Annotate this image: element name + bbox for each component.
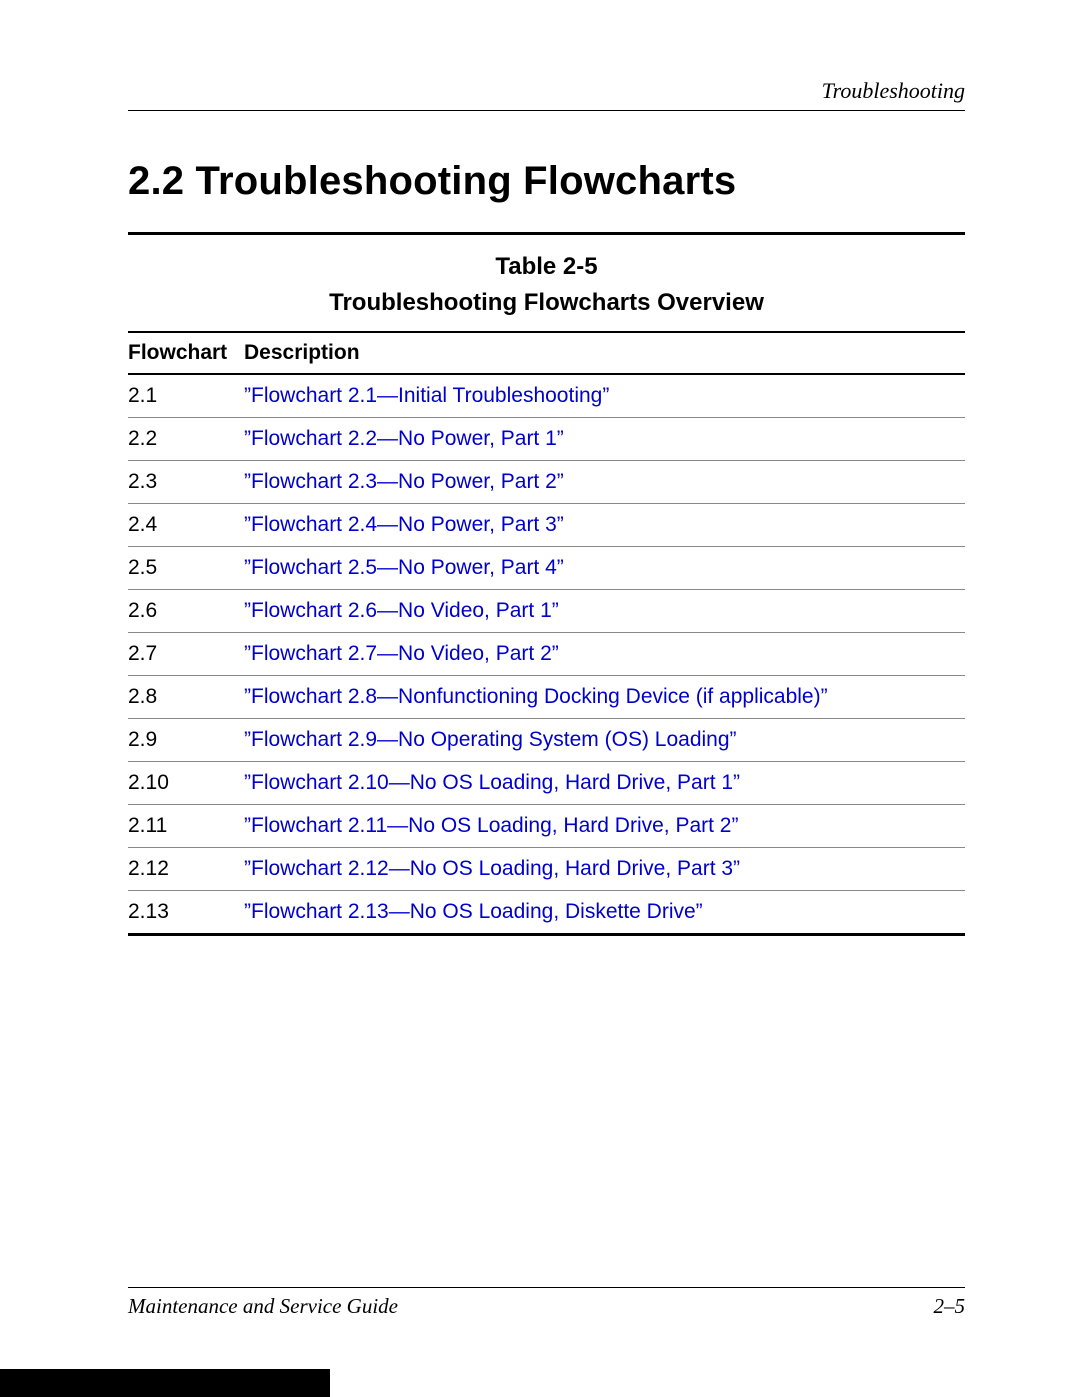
cell-description: ”Flowchart 2.13—No OS Loading, Diskette …	[244, 891, 965, 935]
flowchart-link[interactable]: ”Flowchart 2.10—No OS Loading, Hard Driv…	[244, 771, 740, 794]
cell-description: ”Flowchart 2.9—No Operating System (OS) …	[244, 719, 965, 762]
table-row: 2.10 ”Flowchart 2.10—No OS Loading, Hard…	[128, 762, 965, 805]
cell-flowchart-num: 2.1	[128, 374, 244, 418]
table-row: 2.12 ”Flowchart 2.12—No OS Loading, Hard…	[128, 848, 965, 891]
table-row: 2.2 ”Flowchart 2.2—No Power, Part 1”	[128, 418, 965, 461]
flowchart-link[interactable]: ”Flowchart 2.5—No Power, Part 4”	[244, 556, 564, 579]
cell-flowchart-num: 2.5	[128, 547, 244, 590]
flowchart-link[interactable]: ”Flowchart 2.11—No OS Loading, Hard Driv…	[244, 814, 738, 837]
flowcharts-overview-table: Flowchart Description 2.1 ”Flowchart 2.1…	[128, 331, 965, 936]
section-title-text: Troubleshooting Flowcharts	[196, 159, 737, 203]
table-row: 2.7 ”Flowchart 2.7—No Video, Part 2”	[128, 633, 965, 676]
cell-flowchart-num: 2.4	[128, 504, 244, 547]
section-heading: 2.2 Troubleshooting Flowcharts	[128, 159, 965, 204]
cell-flowchart-num: 2.6	[128, 590, 244, 633]
cell-description: ”Flowchart 2.2—No Power, Part 1”	[244, 418, 965, 461]
table-row: 2.6 ”Flowchart 2.6—No Video, Part 1”	[128, 590, 965, 633]
cell-description: ”Flowchart 2.6—No Video, Part 1”	[244, 590, 965, 633]
flowchart-link[interactable]: ”Flowchart 2.13—No OS Loading, Diskette …	[244, 900, 703, 923]
cell-description: ”Flowchart 2.7—No Video, Part 2”	[244, 633, 965, 676]
table-header-row: Flowchart Description	[128, 332, 965, 374]
flowchart-link[interactable]: ”Flowchart 2.6—No Video, Part 1”	[244, 599, 559, 622]
cell-description: ”Flowchart 2.8—Nonfunctioning Docking De…	[244, 676, 965, 719]
cell-description: ”Flowchart 2.3—No Power, Part 2”	[244, 461, 965, 504]
table-row: 2.4 ”Flowchart 2.4—No Power, Part 3”	[128, 504, 965, 547]
cell-description: ”Flowchart 2.5—No Power, Part 4”	[244, 547, 965, 590]
table-row: 2.11 ”Flowchart 2.11—No OS Loading, Hard…	[128, 805, 965, 848]
flowchart-link[interactable]: ”Flowchart 2.2—No Power, Part 1”	[244, 427, 564, 450]
col-description: Description	[244, 332, 965, 374]
cell-flowchart-num: 2.10	[128, 762, 244, 805]
page-footer: Maintenance and Service Guide 2–5	[128, 1287, 965, 1319]
rule-above-caption	[128, 232, 965, 235]
table-row: 2.5 ”Flowchart 2.5—No Power, Part 4”	[128, 547, 965, 590]
cell-flowchart-num: 2.11	[128, 805, 244, 848]
table-row: 2.3 ”Flowchart 2.3—No Power, Part 2”	[128, 461, 965, 504]
cell-flowchart-num: 2.13	[128, 891, 244, 935]
section-number: 2.2	[128, 159, 184, 203]
table-row: 2.8 ”Flowchart 2.8—Nonfunctioning Dockin…	[128, 676, 965, 719]
redaction-block	[0, 1369, 330, 1397]
flowchart-link[interactable]: ”Flowchart 2.3—No Power, Part 2”	[244, 470, 564, 493]
flowchart-link[interactable]: ”Flowchart 2.8—Nonfunctioning Docking De…	[244, 685, 828, 708]
table-caption: Table 2-5 Troubleshooting Flowcharts Ove…	[128, 249, 965, 321]
running-head: Troubleshooting	[128, 78, 965, 111]
footer-right: 2–5	[934, 1294, 966, 1319]
cell-flowchart-num: 2.7	[128, 633, 244, 676]
flowchart-link[interactable]: ”Flowchart 2.7—No Video, Part 2”	[244, 642, 559, 665]
flowchart-link[interactable]: ”Flowchart 2.9—No Operating System (OS) …	[244, 728, 737, 751]
flowchart-link[interactable]: ”Flowchart 2.4—No Power, Part 3”	[244, 513, 564, 536]
cell-description: ”Flowchart 2.1—Initial Troubleshooting”	[244, 374, 965, 418]
cell-flowchart-num: 2.2	[128, 418, 244, 461]
table-row: 2.9 ”Flowchart 2.9—No Operating System (…	[128, 719, 965, 762]
col-flowchart: Flowchart	[128, 332, 244, 374]
cell-flowchart-num: 2.9	[128, 719, 244, 762]
cell-flowchart-num: 2.12	[128, 848, 244, 891]
cell-flowchart-num: 2.3	[128, 461, 244, 504]
table-row: 2.1 ”Flowchart 2.1—Initial Troubleshooti…	[128, 374, 965, 418]
table-row: 2.13 ”Flowchart 2.13—No OS Loading, Disk…	[128, 891, 965, 935]
footer-left: Maintenance and Service Guide	[128, 1294, 398, 1319]
cell-flowchart-num: 2.8	[128, 676, 244, 719]
cell-description: ”Flowchart 2.10—No OS Loading, Hard Driv…	[244, 762, 965, 805]
flowchart-link[interactable]: ”Flowchart 2.12—No OS Loading, Hard Driv…	[244, 857, 740, 880]
flowchart-link[interactable]: ”Flowchart 2.1—Initial Troubleshooting”	[244, 384, 609, 407]
cell-description: ”Flowchart 2.11—No OS Loading, Hard Driv…	[244, 805, 965, 848]
table-label: Table 2-5	[128, 249, 965, 285]
cell-description: ”Flowchart 2.4—No Power, Part 3”	[244, 504, 965, 547]
cell-description: ”Flowchart 2.12—No OS Loading, Hard Driv…	[244, 848, 965, 891]
page: Troubleshooting 2.2 Troubleshooting Flow…	[0, 0, 1080, 1397]
table-title: Troubleshooting Flowcharts Overview	[128, 285, 965, 321]
